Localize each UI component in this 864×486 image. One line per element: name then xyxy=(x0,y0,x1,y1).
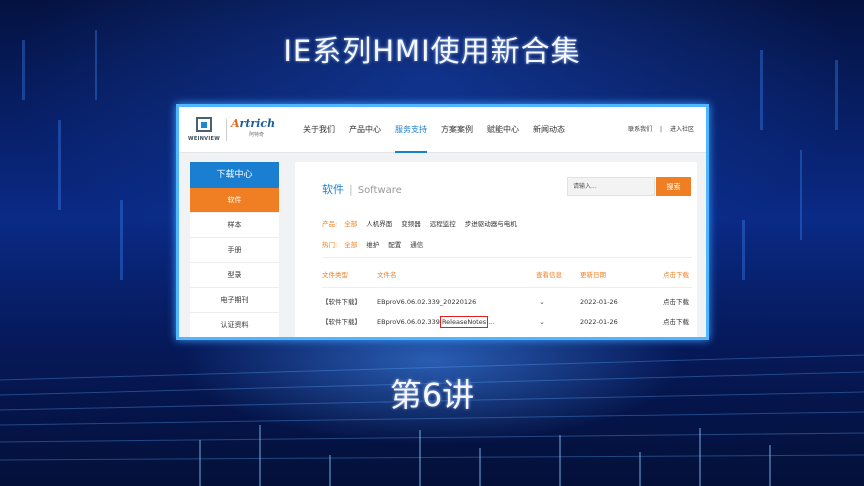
chevron-down-icon[interactable]: ⌄ xyxy=(536,312,545,332)
sidebar-title: 下载中心 xyxy=(190,162,279,188)
search-button[interactable]: 搜索 xyxy=(656,177,691,196)
search-input[interactable] xyxy=(567,177,655,196)
sidebar-item-software[interactable]: 软件 xyxy=(190,188,279,213)
site-body: 下载中心 软件 样本 手册 型录 电子期刊 认证资料 软件 | Software 搜… xyxy=(179,153,706,337)
artrich-logo[interactable]: Artrich 阿特奇 xyxy=(231,117,281,143)
content-title-en: Software xyxy=(357,185,402,196)
product-filter-hmi[interactable]: 人机界面 xyxy=(366,218,392,228)
hot-filter: 热门: 全部 维护 配置 通信 xyxy=(322,239,432,249)
row-update-date: 2022-01-26 xyxy=(580,298,618,306)
table-header-date: 更新日期 xyxy=(580,271,606,279)
release-notes-highlight: ReleaseNotes xyxy=(439,316,489,328)
sidebar-item-samples[interactable]: 样本 xyxy=(190,213,279,238)
content-title-separator: | xyxy=(349,183,353,196)
product-filter-remote[interactable]: 远程监控 xyxy=(430,218,456,228)
sidebar-item-ejournal[interactable]: 电子期刊 xyxy=(190,288,279,313)
content-title: 软件 | Software xyxy=(322,181,402,197)
hot-filter-config[interactable]: 配置 xyxy=(388,239,401,249)
row-update-date: 2022-01-26 xyxy=(580,318,618,326)
hot-filter-comm[interactable]: 通信 xyxy=(410,239,423,249)
software-content-panel: 软件 | Software 搜索 产品: 全部 人机界面 变频器 远程监控 步进驱动… xyxy=(295,162,697,337)
nav-support[interactable]: 服务支持 xyxy=(395,107,427,153)
weinview-logo-icon xyxy=(196,117,212,132)
weinview-logo-text: WEINVIEW xyxy=(188,136,221,142)
header-right-links: 联系我们 | 进入社区 xyxy=(622,107,694,153)
product-filter-all[interactable]: 全部 xyxy=(344,218,357,228)
nav-solutions[interactable]: 方案案例 xyxy=(441,107,473,153)
hot-filter-label: 热门: xyxy=(322,241,338,249)
row-file-name-base: EBproV6.06.02.339 xyxy=(377,318,440,326)
nav-about[interactable]: 关于我们 xyxy=(303,107,335,153)
table-header-download: 点击下载 xyxy=(663,271,689,279)
nav-news[interactable]: 新闻动态 xyxy=(533,107,565,153)
sidebar-item-manuals[interactable]: 手册 xyxy=(190,238,279,263)
contact-us-link[interactable]: 联系我们 xyxy=(628,126,652,133)
product-filter-inverter[interactable]: 变频器 xyxy=(401,218,421,228)
row-file-name[interactable]: EBproV6.06.02.339 ReleaseNotes... xyxy=(377,312,494,332)
logo-divider xyxy=(226,119,227,141)
table-divider xyxy=(322,287,692,288)
table-header-row: 文件类型 文件名 查看信息 更新日期 点击下载 xyxy=(322,265,692,285)
row-file-type: 【软件下载】 xyxy=(322,318,361,326)
artrich-logo-name: Artrich xyxy=(231,117,276,130)
hot-filter-all[interactable]: 全部 xyxy=(344,239,357,249)
row-download-link[interactable]: 点击下载 xyxy=(663,312,689,332)
nav-products[interactable]: 产品中心 xyxy=(349,107,381,153)
nav-enablement[interactable]: 赋能中心 xyxy=(487,107,519,153)
slide-subtitle: 第6讲 xyxy=(389,376,475,414)
table-header-name: 文件名 xyxy=(377,271,397,279)
sidebar-item-catalogs[interactable]: 型录 xyxy=(190,263,279,288)
main-nav: 关于我们 产品中心 服务支持 方案案例 赋能中心 新闻动态 xyxy=(303,107,579,153)
row-download-link[interactable]: 点击下载 xyxy=(663,292,689,312)
header-separator: | xyxy=(660,126,663,133)
row-file-name[interactable]: EBproV6.06.02.339_20220126 xyxy=(377,292,476,312)
slide-title: IE系列HMI使用新合集 xyxy=(283,34,581,68)
hot-filter-maintenance[interactable]: 维护 xyxy=(366,239,379,249)
artrich-logo-sub: 阿特奇 xyxy=(249,132,265,138)
table-header-type: 文件类型 xyxy=(322,271,348,279)
download-sidebar: 下载中心 软件 样本 手册 型录 电子期刊 认证资料 xyxy=(190,162,279,337)
sidebar-item-certification[interactable]: 认证资料 xyxy=(190,313,279,337)
product-filter-label: 产品: xyxy=(322,220,338,228)
chevron-down-icon[interactable]: ⌄ xyxy=(536,292,545,312)
website-screenshot-frame: WEINVIEW Artrich 阿特奇 关于我们 产品中心 服务支持 方案案例… xyxy=(176,104,709,340)
product-filter-stepper[interactable]: 步进驱动器与电机 xyxy=(465,218,517,228)
product-filter: 产品: 全部 人机界面 变频器 远程监控 步进驱动器与电机 xyxy=(322,218,526,228)
row-file-name-ellipsis: ... xyxy=(488,318,495,326)
community-link[interactable]: 进入社区 xyxy=(670,126,694,133)
site-header: WEINVIEW Artrich 阿特奇 关于我们 产品中心 服务支持 方案案例… xyxy=(179,107,706,153)
row-file-type: 【软件下载】 xyxy=(322,298,361,306)
table-divider xyxy=(322,257,692,258)
table-row: 【软件下载】 EBproV6.06.02.339_20220126 ⌄ 2022… xyxy=(322,292,692,312)
table-row: 【软件下载】 EBproV6.06.02.339 ReleaseNotes... … xyxy=(322,312,692,332)
table-header-info: 查看信息 xyxy=(536,271,562,279)
content-title-cn: 软件 xyxy=(322,183,344,196)
weinview-logo[interactable]: WEINVIEW xyxy=(188,115,220,145)
